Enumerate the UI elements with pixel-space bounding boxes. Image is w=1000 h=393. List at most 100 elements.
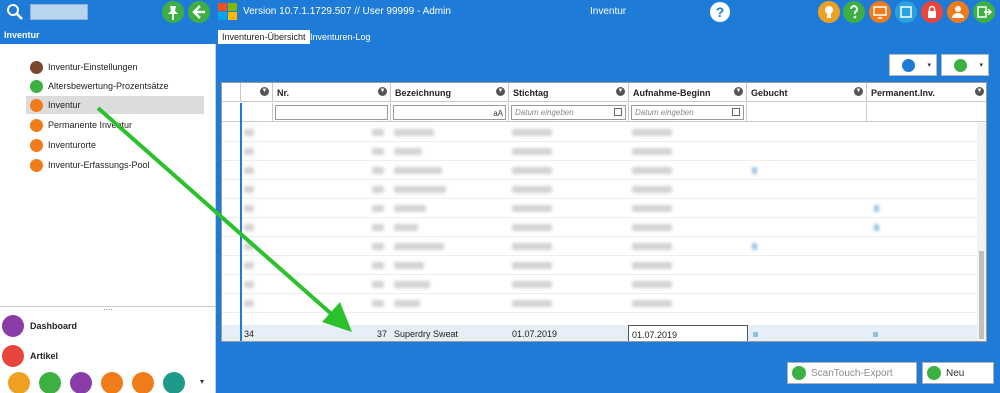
nav-dashboard-label: Dashboard (30, 321, 78, 331)
column-header-gebucht[interactable]: Gebucht ▼ (747, 83, 867, 102)
sidebar-item-label: Altersbewertung-Prozentsätze (48, 81, 169, 91)
nav-artikel-label: Artikel (30, 351, 59, 361)
print-button[interactable]: ▾ (889, 54, 937, 76)
search-icon[interactable] (6, 3, 24, 21)
table-row[interactable] (222, 123, 986, 142)
pin-icon[interactable] (162, 1, 184, 23)
sale-icon[interactable] (70, 372, 92, 393)
nav-artikel[interactable]: Artikel (2, 344, 58, 368)
calendar-icon[interactable] (732, 108, 740, 116)
quick-launch-bar (8, 372, 194, 393)
filter-icon[interactable]: ▼ (975, 87, 984, 96)
inventory-icon (30, 118, 43, 132)
table-row[interactable] (222, 275, 986, 294)
export-icon (792, 366, 806, 380)
screenshot-icon[interactable] (895, 1, 917, 23)
filter-cell-nr (273, 103, 391, 122)
scrollbar-thumb[interactable] (979, 251, 984, 339)
filter-icon[interactable]: ▼ (378, 87, 387, 96)
sidebar-item-inventur-einstellungen[interactable]: Inventur-Einstellungen (26, 58, 204, 76)
exit-icon[interactable] (973, 1, 995, 23)
shirt-icon (2, 345, 24, 367)
table-row-selected[interactable]: 34 37 Superdry Sweat 01.07.2019 01.07.20… (222, 325, 986, 341)
truck-icon[interactable] (39, 372, 61, 393)
row-indicator-bar (240, 103, 242, 341)
filter-cell-gebucht (747, 103, 867, 122)
document-search-icon[interactable] (132, 372, 154, 393)
sidebar: Inventur-Einstellungen Altersbewertung-P… (0, 44, 216, 393)
filter-cell (241, 103, 273, 122)
filter-cell-permanent (867, 103, 986, 122)
tab-strip: Inventuren-Übersicht Inventuren-Log (216, 24, 1000, 44)
table-row[interactable] (222, 161, 986, 180)
lightbulb-icon[interactable] (818, 1, 840, 23)
new-button[interactable]: Neu (922, 362, 994, 384)
sidebar-item-label: Inventurorte (48, 140, 97, 150)
vertical-scrollbar[interactable] (977, 123, 986, 341)
filter-icon[interactable]: ▼ (616, 87, 625, 96)
cell-aufnahme-beginn[interactable]: 01.07.2019 (628, 325, 748, 341)
calendar-icon[interactable] (614, 108, 622, 116)
column-header-label: Aufnahme-Beginn (633, 88, 711, 98)
user-icon[interactable] (947, 1, 969, 23)
gear-icon (30, 60, 43, 74)
lock-icon[interactable] (921, 1, 943, 23)
sidebar-item-inventur[interactable]: Inventur (26, 96, 204, 114)
cell-bezeichnung: Superdry Sweat (394, 329, 459, 339)
question-icon[interactable] (843, 1, 865, 23)
filter-stichtag-input[interactable]: Datum eingeben (511, 105, 626, 120)
table-row[interactable] (222, 294, 986, 313)
gebucht-checkbox[interactable] (753, 332, 758, 337)
column-header-id[interactable]: ▼ (241, 83, 273, 102)
filter-aufnahme-input[interactable]: Datum eingeben (631, 105, 744, 120)
column-header-nr[interactable]: Nr. ▼ (273, 83, 391, 102)
filter-cell (222, 103, 241, 122)
filter-icon[interactable]: ▼ (260, 87, 269, 96)
column-header-bezeichnung[interactable]: Bezeichnung ▼ (391, 83, 509, 102)
nav-dashboard[interactable]: Dashboard (2, 314, 77, 338)
sidebar-item-erfassungs-pool[interactable]: Inventur-Erfassungs-Pool (26, 156, 204, 174)
table-row[interactable] (222, 237, 986, 256)
new-button-label: Neu (946, 367, 965, 379)
column-header-label: Bezeichnung (395, 88, 452, 98)
column-header-label: Stichtag (513, 88, 549, 98)
search-input[interactable] (30, 4, 88, 20)
table-row[interactable] (222, 142, 986, 161)
sidebar-item-label: Permanente Inventur (48, 120, 133, 130)
chevron-down-icon: ▾ (979, 62, 983, 69)
monitor-icon[interactable] (869, 1, 891, 23)
note-icon[interactable] (8, 372, 30, 393)
scantouch-export-button[interactable]: ScanTouch-Export (787, 362, 917, 384)
sidebar-splitter[interactable]: .... (0, 304, 216, 312)
person-icon[interactable] (101, 372, 123, 393)
sidebar-item-permanente-inventur[interactable]: Permanente Inventur (26, 116, 204, 134)
window-title: Inventur (590, 6, 627, 17)
table-row[interactable] (222, 218, 986, 237)
table-row[interactable] (222, 199, 986, 218)
cell-id: 34 (244, 329, 255, 339)
filter-icon[interactable]: ▼ (734, 87, 743, 96)
help-icon[interactable]: ? (710, 2, 730, 22)
filter-icon[interactable]: ▼ (854, 87, 863, 96)
tab-inventuren-uebersicht[interactable]: Inventuren-Übersicht (218, 30, 310, 44)
filter-icon[interactable]: ▼ (496, 87, 505, 96)
permanent-checkbox[interactable] (873, 332, 878, 337)
filter-bezeichnung-input[interactable]: aA (393, 105, 506, 120)
back-arrow-icon[interactable] (188, 1, 210, 23)
export-button[interactable]: ▾ (941, 54, 989, 76)
dashboard-icon (2, 315, 24, 337)
column-header-permanent-inv[interactable]: Permanent.Inv. ▼ (867, 83, 986, 102)
sidebar-item-altersbewertung[interactable]: Altersbewertung-Prozentsätze (26, 77, 204, 95)
quick-launch-more[interactable]: ▾ (200, 377, 204, 386)
column-header-aufnahme-beginn[interactable]: Aufnahme-Beginn ▼ (629, 83, 747, 102)
sidebar-item-inventurorte[interactable]: Inventurorte (26, 136, 204, 154)
table-row[interactable] (222, 256, 986, 275)
column-header-stichtag[interactable]: Stichtag ▼ (509, 83, 629, 102)
table-row[interactable] (222, 180, 986, 199)
window-icon[interactable] (163, 372, 185, 393)
column-header-label: Gebucht (751, 88, 788, 98)
tab-inventuren-log[interactable]: Inventuren-Log (306, 30, 375, 44)
column-header-label: Nr. (277, 88, 290, 98)
filter-nr-input[interactable] (275, 105, 388, 120)
case-toggle[interactable]: aA (493, 109, 503, 118)
